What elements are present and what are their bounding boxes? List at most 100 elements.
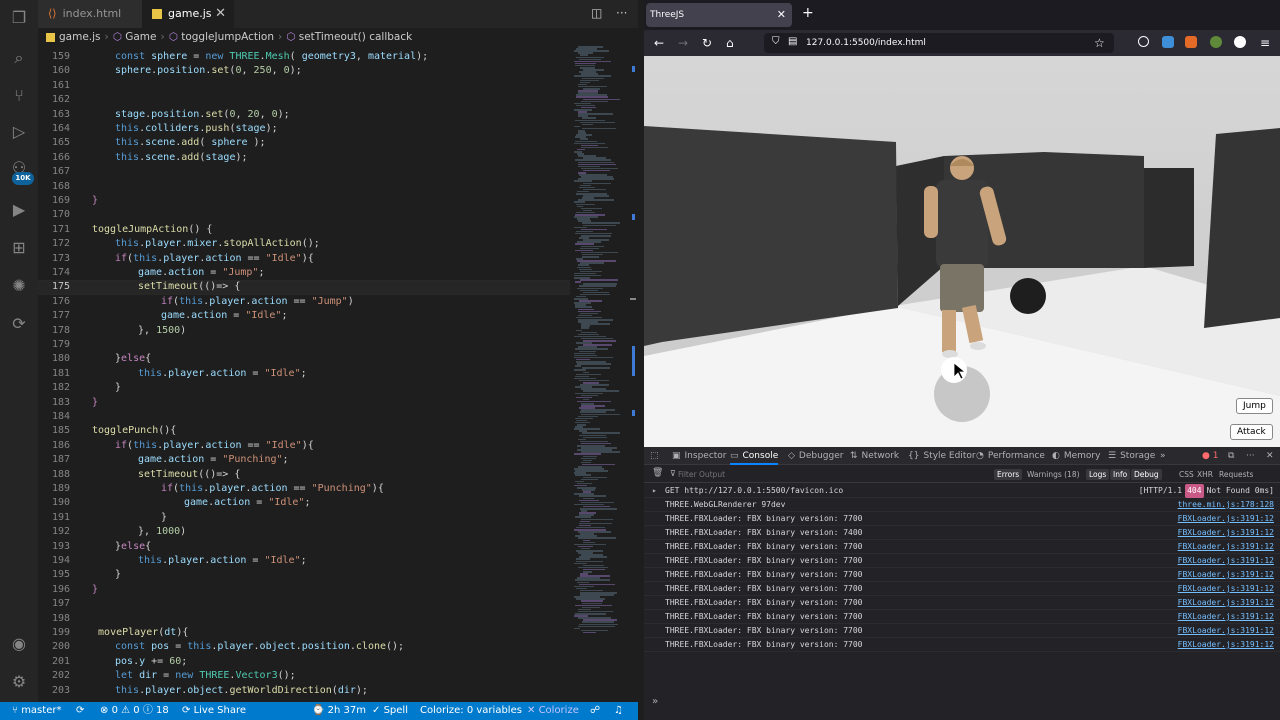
- source-link[interactable]: FBXLoader.js:3191:12: [1178, 582, 1274, 596]
- menu-icon[interactable]: ≡: [1260, 36, 1270, 50]
- code-line[interactable]: 200 const pos = this.player.object.positi…: [38, 640, 570, 654]
- pocket-icon[interactable]: [1138, 36, 1149, 47]
- filter-requests[interactable]: Requests: [1216, 469, 1256, 480]
- code-line[interactable]: 189 if(this.player.action == "Punching"){: [38, 482, 570, 496]
- console-message[interactable]: THREE.FBXLoader: FBX binary version: 770…: [644, 596, 1280, 610]
- trash-icon[interactable]: 🗑: [652, 468, 663, 478]
- console-message[interactable]: THREE.FBXLoader: FBX binary version: 770…: [644, 512, 1280, 526]
- gear-icon[interactable]: ⚙: [9, 672, 29, 692]
- extensions-icon[interactable]: ⊞: [9, 238, 29, 258]
- source-control-icon[interactable]: ⑂: [9, 86, 29, 106]
- code-line[interactable]: 187 game.action = "Punching";: [38, 453, 570, 467]
- console-prompt[interactable]: »: [652, 696, 658, 707]
- editor-scrollbar[interactable]: [628, 46, 638, 702]
- source-link[interactable]: FBXLoader.js:3191:12: [1178, 512, 1274, 526]
- console-message[interactable]: THREE.FBXLoader: FBX binary version: 770…: [644, 638, 1280, 652]
- code-line[interactable]: 174 game.action = "Jump";: [38, 266, 570, 280]
- console-message[interactable]: THREE.WebGLRenderer 97dev three.min.js:17…: [644, 498, 1280, 512]
- extension-icon[interactable]: [1234, 36, 1246, 48]
- code-line[interactable]: 170: [38, 208, 570, 222]
- code-line[interactable]: 180}else{: [38, 352, 570, 366]
- source-link[interactable]: FBXLoader.js:3191:12: [1178, 554, 1274, 568]
- code-line[interactable]: 159 const sphere = new THREE.Mesh( geomet…: [38, 50, 570, 64]
- console-message[interactable]: THREE.FBXLoader: FBX binary version: 740…: [644, 526, 1280, 540]
- reload-icon[interactable]: ↻: [702, 36, 712, 50]
- close-icon[interactable]: ✕: [777, 3, 786, 27]
- feedback-icon[interactable]: ☍: [590, 702, 600, 720]
- code-line[interactable]: 179: [38, 338, 570, 352]
- url-bar[interactable]: ⛉ ▤ 127.0.0.1:5500/index.html: [764, 33, 1114, 53]
- tab-style-editor[interactable]: {} Style Editor: [908, 447, 976, 465]
- source-link[interactable]: FBXLoader.js:3191:12: [1178, 526, 1274, 540]
- code-line[interactable]: 166 this.scene.add(stage);: [38, 151, 570, 165]
- shield-icon[interactable]: ⛉: [772, 36, 780, 47]
- code-line[interactable]: 202 let dir = new THREE.Vector3();: [38, 669, 570, 683]
- code-line[interactable]: 203 this.player.object.getWorldDirection(…: [38, 684, 570, 698]
- account-icon[interactable]: ◉: [9, 634, 29, 654]
- code-editor[interactable]: 159 const sphere = new THREE.Mesh( geomet…: [38, 46, 570, 702]
- extension-icon[interactable]: [1210, 36, 1222, 48]
- filter-info[interactable]: Info: [1110, 469, 1131, 480]
- tab-game-js[interactable]: game.js ✕: [142, 0, 234, 28]
- console-message[interactable]: THREE.FBXLoader: FBX binary version: 770…: [644, 568, 1280, 582]
- source-link[interactable]: three.min.js:178:128: [1178, 498, 1274, 512]
- home-icon[interactable]: ⌂: [726, 36, 734, 50]
- code-line[interactable]: 188 setTimeout(()=> {: [38, 468, 570, 482]
- source-link[interactable]: FBXLoader.js:3191:12: [1178, 610, 1274, 624]
- code-line[interactable]: 173 if(this.player.action == "Idle"){: [38, 252, 570, 266]
- tab-index-html[interactable]: ⟨⟩ index.html: [38, 0, 142, 28]
- bell-icon[interactable]: ♫: [614, 702, 623, 720]
- code-line[interactable]: 163 stage.position.set(0, 20, 0);: [38, 108, 570, 122]
- colorize-button[interactable]: ✕ Colorize: [527, 702, 579, 720]
- code-line[interactable]: 190 game.action = "Idle";: [38, 496, 570, 510]
- browser-tab[interactable]: ThreeJS ✕: [646, 3, 792, 27]
- live-share-icon[interactable]: ⟳: [9, 314, 29, 334]
- console-message[interactable]: THREE.FBXLoader: FBX binary version: 770…: [644, 554, 1280, 568]
- code-line[interactable]: 186 if(this.player.action == "Idle"){: [38, 439, 570, 453]
- close-icon[interactable]: ✕: [1266, 447, 1274, 465]
- console-message[interactable]: THREE.FBXLoader: FBX binary version: 770…: [644, 624, 1280, 638]
- code-line[interactable]: 178}, 1500): [38, 324, 570, 338]
- source-link[interactable]: FBXLoader.js:3191:12: [1178, 596, 1274, 610]
- problems-indicator[interactable]: ⊗ 0 ⚠ 0 ⓘ 18: [100, 702, 169, 720]
- code-line[interactable]: 192}, 1000): [38, 525, 570, 539]
- code-line[interactable]: 168: [38, 180, 570, 194]
- branch-indicator[interactable]: ⑂ master*: [12, 702, 61, 720]
- tab-performance[interactable]: ◔ Performance: [976, 447, 1045, 465]
- code-line[interactable]: 181 this.player.action = "Idle";: [38, 367, 570, 381]
- extension-icon[interactable]: [1162, 36, 1174, 48]
- tab-memory[interactable]: ◐ Memory: [1052, 447, 1100, 465]
- code-line[interactable]: 162: [38, 93, 570, 107]
- code-line[interactable]: 196}: [38, 583, 570, 597]
- filter-input[interactable]: [678, 468, 878, 481]
- url-text[interactable]: 127.0.0.1:5500/index.html: [806, 33, 926, 53]
- pick-element-icon[interactable]: ⬚: [650, 447, 659, 465]
- code-line[interactable]: 183}: [38, 396, 570, 410]
- more-actions-icon[interactable]: ···: [616, 6, 627, 20]
- code-line[interactable]: 198: [38, 612, 570, 626]
- game-canvas[interactable]: Jump Attack: [644, 56, 1280, 447]
- source-link[interactable]: FBXLoader.js:3191:12: [1178, 540, 1274, 554]
- more-options-icon[interactable]: ···: [1246, 447, 1255, 465]
- code-line[interactable]: 175 setTimeout(()=> {: [38, 280, 570, 294]
- attack-button[interactable]: Attack: [1230, 424, 1273, 440]
- code-line[interactable]: 182}: [38, 381, 570, 395]
- tab-network[interactable]: ⇅ Network: [850, 447, 899, 465]
- source-link[interactable]: FBXLoader.js:3191:12: [1178, 638, 1274, 652]
- code-line[interactable]: 191}: [38, 511, 570, 525]
- console-output[interactable]: ▸ GET http://127.0.0.1:5500/favicon.ico [H…: [644, 484, 1280, 709]
- filter-logs[interactable]: Logs: [1086, 469, 1110, 480]
- extension-icon[interactable]: [1185, 36, 1197, 48]
- code-line[interactable]: 197: [38, 597, 570, 611]
- time-tracker[interactable]: ⌚ 2h 37m: [312, 702, 366, 720]
- source-link[interactable]: FBXLoader.js:3191:12: [1178, 568, 1274, 582]
- code-line[interactable]: 164 this.colliders.push(stage);: [38, 122, 570, 136]
- console-message[interactable]: THREE.FBXLoader: FBX binary version: 770…: [644, 582, 1280, 596]
- code-line[interactable]: 165 this.scene.add( sphere );: [38, 136, 570, 150]
- paw-icon[interactable]: ✺: [9, 276, 29, 296]
- filter-warnings[interactable]: Warnings (18): [1024, 469, 1083, 480]
- new-tab-icon[interactable]: +: [802, 5, 814, 21]
- code-line[interactable]: 193}else{: [38, 540, 570, 554]
- dock-icon[interactable]: ⧉: [1228, 447, 1234, 465]
- run-icon[interactable]: ▶: [9, 200, 29, 220]
